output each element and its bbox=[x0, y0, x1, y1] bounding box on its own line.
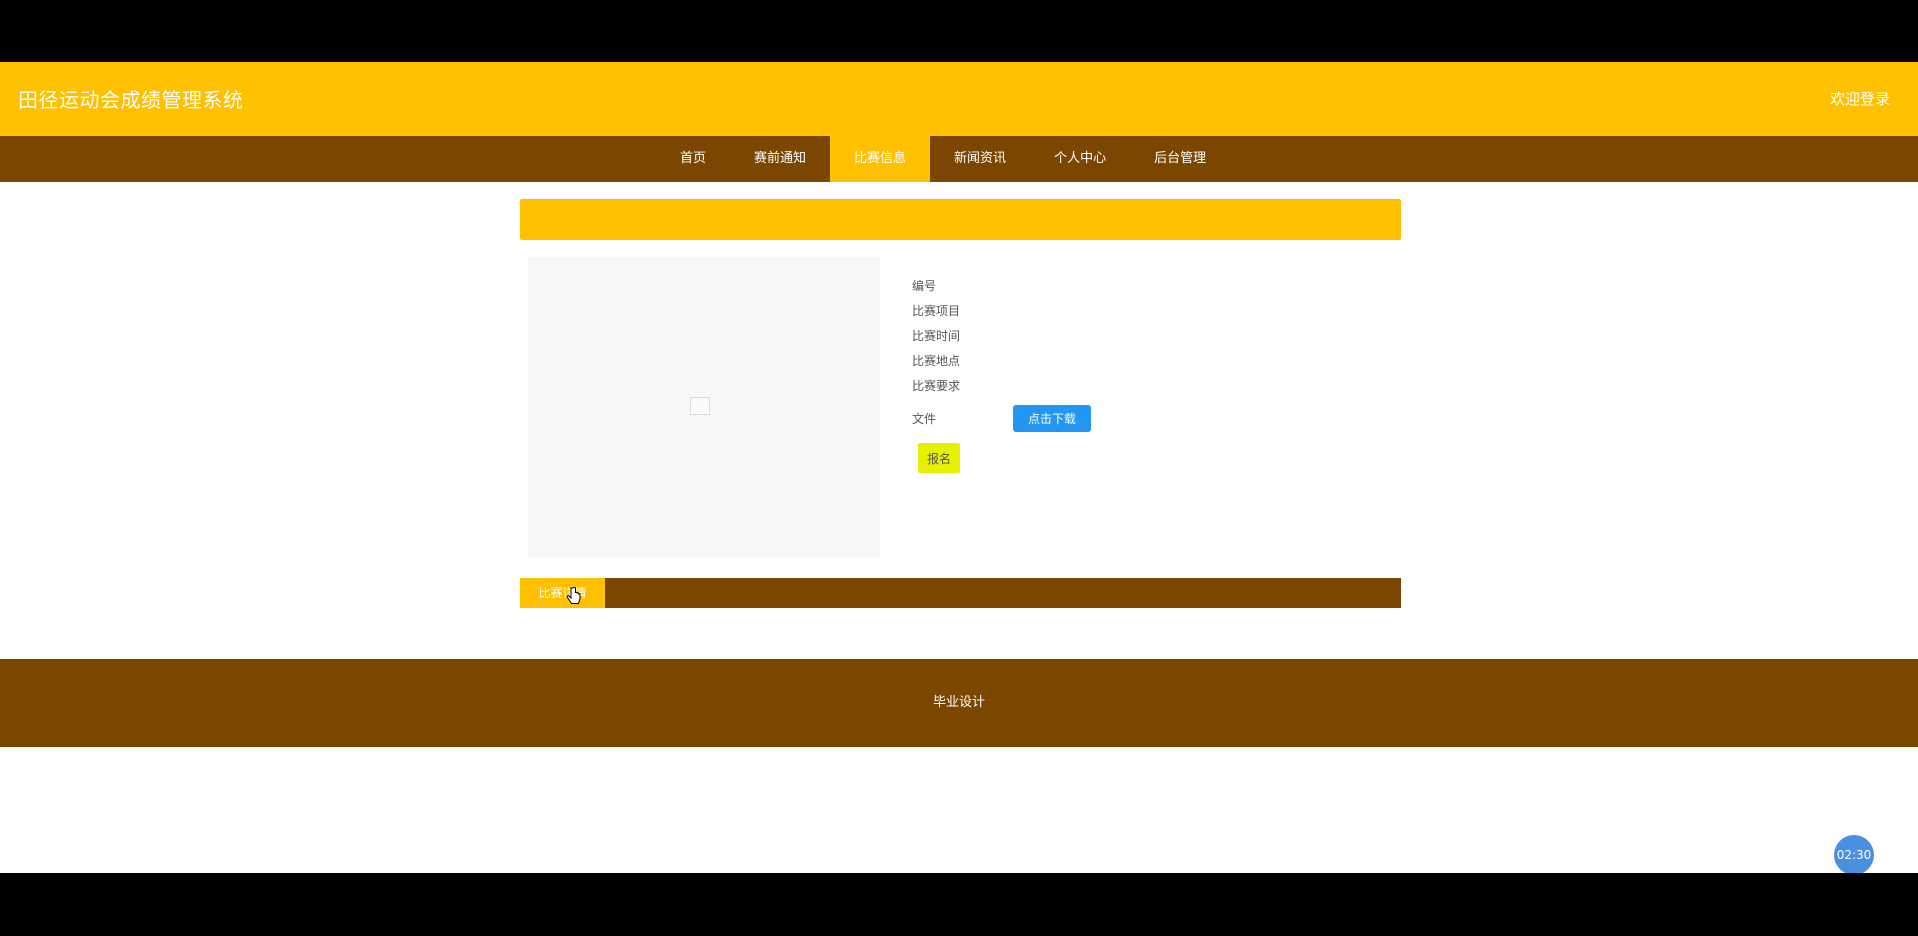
detail-fields: 编号 比赛项目 比赛时间 比赛地点 比赛要求 文件 点击下载 报名 bbox=[912, 274, 1312, 473]
signup-button[interactable]: 报名 bbox=[918, 443, 960, 473]
nav-items: 首页 赛前通知 比赛信息 新闻资讯 个人中心 后台管理 bbox=[656, 136, 1230, 182]
nav-item-admin[interactable]: 后台管理 bbox=[1130, 136, 1230, 182]
download-button[interactable]: 点击下载 bbox=[1013, 405, 1091, 432]
nav-item-profile[interactable]: 个人中心 bbox=[1030, 136, 1130, 182]
site-header: 田径运动会成绩管理系统 欢迎登录 bbox=[0, 62, 1918, 136]
nav-item-news[interactable]: 新闻资讯 bbox=[930, 136, 1030, 182]
site-footer: 毕业设计 bbox=[0, 659, 1918, 747]
field-id-label: 编号 bbox=[912, 279, 937, 293]
main-nav: 首页 赛前通知 比赛信息 新闻资讯 个人中心 后台管理 bbox=[0, 136, 1918, 182]
file-label: 文件 bbox=[912, 412, 937, 426]
recording-timer-badge: 02:30 bbox=[1834, 835, 1874, 873]
nav-item-competition[interactable]: 比赛信息 bbox=[830, 136, 931, 182]
field-time-label: 比赛时间 bbox=[912, 329, 961, 343]
footer-text: 毕业设计 bbox=[932, 695, 985, 710]
competition-image bbox=[528, 257, 880, 557]
field-requirement-label: 比赛要求 bbox=[912, 379, 961, 393]
broken-image-icon bbox=[690, 397, 710, 415]
detail-tab-bar: 比赛详情 bbox=[520, 578, 1401, 608]
hand-cursor-icon bbox=[566, 587, 581, 604]
file-row: 文件 点击下载 报名 bbox=[912, 405, 1312, 473]
screen: 田径运动会成绩管理系统 欢迎登录 首页 赛前通知 比赛信息 新闻资讯 个人中心 … bbox=[0, 62, 1918, 873]
welcome-login-link[interactable]: 欢迎登录 bbox=[1830, 88, 1890, 109]
detail-title-bar bbox=[520, 199, 1401, 240]
nav-item-notice[interactable]: 赛前通知 bbox=[730, 136, 830, 182]
field-location-label: 比赛地点 bbox=[912, 354, 961, 368]
nav-item-home[interactable]: 首页 bbox=[656, 136, 730, 182]
tab-details[interactable]: 比赛详情 bbox=[520, 578, 605, 608]
site-title: 田径运动会成绩管理系统 bbox=[18, 88, 244, 112]
field-event-label: 比赛项目 bbox=[912, 304, 961, 318]
